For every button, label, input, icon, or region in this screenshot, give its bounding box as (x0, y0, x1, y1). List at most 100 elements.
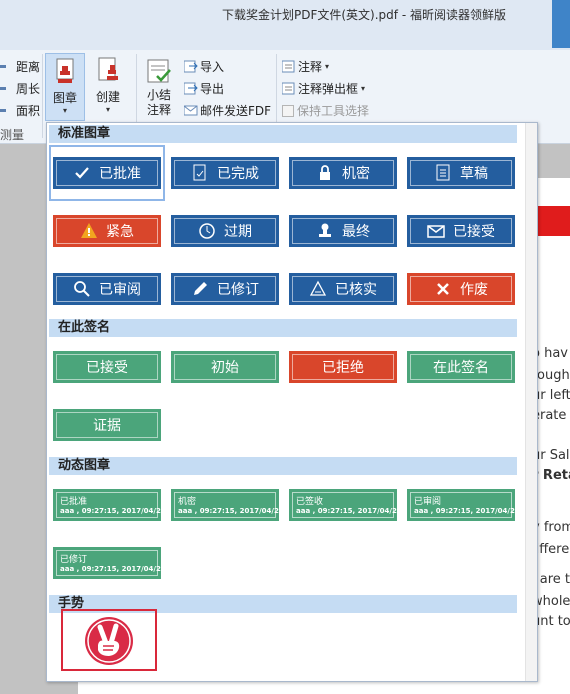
stamp-reviewed[interactable]: 已审阅 (53, 273, 161, 305)
stamp-void[interactable]: 作废 (407, 273, 515, 305)
stamp-expired[interactable]: 过期 (171, 215, 279, 247)
dynamic-stamp-approved[interactable]: 已批准 aaa , 09:27:15, 2017/04/27 (53, 489, 166, 521)
stamp-approved[interactable]: 已批准 (53, 157, 161, 189)
stamp-label: 已修订 (217, 282, 259, 298)
annotate-popup-dropdown[interactable]: 注释弹出框 ▾ (281, 80, 366, 97)
title-bar: 下载奖金计划PDF文件(英文).pdf - 福昕阅读器领鲜版 (0, 0, 570, 50)
magnifier-icon (73, 280, 91, 298)
measure-perimeter-label: 周长 (16, 82, 41, 96)
stamp-palette-dropdown: 标准图章 已批准 已完成 机密 草稿 紧急 过期 最终 已接受 已审阅 已修订 … (46, 122, 538, 682)
chevron-down-icon: ▾ (62, 106, 67, 115)
dynamic-stamp-meta: aaa , 09:27:15, 2017/04/27 (178, 507, 284, 515)
stamp-label: 过期 (224, 224, 252, 240)
draft-icon (434, 164, 452, 182)
distance-icon (0, 60, 13, 73)
stamp-final[interactable]: 最终 (289, 215, 397, 247)
victory-hand-icon (85, 617, 133, 665)
stamp-accepted[interactable]: 已接受 (407, 215, 515, 247)
dynamic-stamp-title: 已审阅 (414, 497, 442, 507)
annotate-popup-label: 注释弹出框 (298, 82, 359, 96)
sign-stamp-witness[interactable]: 证据 (53, 409, 161, 441)
export-label: 导出 (200, 82, 225, 96)
stamp-confidential[interactable]: 机密 (289, 157, 397, 189)
stamp-label: 作废 (460, 282, 488, 298)
stamp-urgent[interactable]: 紧急 (53, 215, 161, 247)
stamp-icon (316, 222, 334, 240)
stamp-label: 证据 (93, 418, 121, 434)
keep-tool-label: 保持工具选择 (297, 104, 370, 118)
warning-icon (80, 222, 98, 240)
measure-perimeter-button[interactable]: 周长 (0, 80, 40, 97)
sign-stamp-accepted[interactable]: 已接受 (53, 351, 161, 383)
measure-area-button[interactable]: 面积 (0, 102, 40, 119)
stamp-label: 已接受 (453, 224, 495, 240)
stamp-label: 在此签名 (433, 360, 489, 376)
summary-label-2: 注释 (146, 103, 171, 117)
stamp-label: 已审阅 (99, 282, 141, 298)
stamp-label: 已接受 (86, 360, 128, 376)
dynamic-stamp-meta: aaa , 09:27:15, 2017/04/27 (296, 507, 402, 515)
dynamic-stamp-title: 机密 (178, 497, 197, 507)
create-button[interactable]: 创建 ▾ (88, 53, 128, 121)
import-icon (183, 60, 198, 73)
stamp-button[interactable]: 图章 ▾ (45, 53, 85, 121)
chevron-down-icon: ▾ (361, 84, 366, 93)
section-header-dynamic: 动态图章 (49, 457, 517, 475)
stamp-icon (51, 57, 79, 87)
sign-stamp-sign-here[interactable]: 在此签名 (407, 351, 515, 383)
section-header-standard: 标准图章 (49, 125, 517, 143)
stamp-label: 已完成 (217, 166, 259, 182)
summary-label-1: 小结 (146, 88, 171, 102)
dynamic-stamp-meta: aaa , 09:27:15, 2017/04/27 (60, 507, 166, 515)
summary-icon (145, 56, 173, 86)
area-icon (0, 104, 13, 117)
export-button[interactable]: 导出 (183, 80, 225, 97)
sign-stamp-rejected[interactable]: 已拒绝 (289, 351, 397, 383)
summarize-annotations-button[interactable]: 小结 注释 (140, 53, 178, 127)
create-button-label: 创建 (95, 90, 120, 104)
dynamic-stamp-revised[interactable]: 已修订 aaa , 09:27:15, 2017/04/27 (53, 547, 166, 579)
annotate-dropdown[interactable]: 注释 ▾ (281, 58, 330, 75)
stamp-label: 初始 (211, 360, 239, 376)
app-window: 下载奖金计划PDF文件(英文).pdf - 福昕阅读器领鲜版 距离 周长 面积 … (0, 0, 570, 694)
keep-tool-selected-checkbox[interactable]: 保持工具选择 (282, 102, 369, 119)
check-icon (73, 164, 91, 182)
title-bar-accent (552, 0, 570, 48)
panel-scrollbar[interactable] (525, 123, 537, 681)
annotate-icon (281, 60, 295, 73)
document-check-icon (191, 164, 209, 182)
dynamic-stamp-meta: aaa , 09:27:15, 2017/04/27 (60, 565, 166, 573)
popup-icon (281, 82, 295, 95)
clock-icon (198, 222, 216, 240)
dynamic-stamp-reviewed[interactable]: 已审阅 aaa , 09:27:15, 2017/04/27 (407, 489, 520, 521)
stamp-label: 草稿 (460, 166, 488, 182)
chevron-down-icon: ▾ (105, 105, 110, 114)
dynamic-stamp-title: 已批准 (60, 497, 88, 507)
stamp-completed[interactable]: 已完成 (171, 157, 279, 189)
dynamic-stamp-confidential[interactable]: 机密 aaa , 09:27:15, 2017/04/27 (171, 489, 284, 521)
dynamic-stamp-meta: aaa , 09:27:15, 2017/04/27 (414, 507, 520, 515)
import-button[interactable]: 导入 (183, 58, 224, 75)
stamp-button-label: 图章 (52, 91, 77, 105)
measure-group-label: 测量 (0, 128, 25, 142)
stamp-label: 紧急 (106, 224, 134, 240)
sign-stamp-initial[interactable]: 初始 (171, 351, 279, 383)
document-red-header (538, 206, 570, 236)
stamp-verified[interactable]: 已核实 (289, 273, 397, 305)
measure-distance-button[interactable]: 距离 (0, 58, 40, 75)
annotate-label: 注释 (298, 60, 323, 74)
stamp-draft[interactable]: 草稿 (407, 157, 515, 189)
dynamic-stamp-title: 已修订 (60, 555, 88, 565)
lock-icon (316, 164, 334, 182)
x-icon (434, 280, 452, 298)
export-icon (183, 82, 198, 95)
email-fdf-button[interactable]: 邮件发送FDF (183, 102, 271, 119)
chevron-down-icon: ▾ (325, 62, 330, 71)
pencil-icon (191, 280, 209, 298)
stamp-revised[interactable]: 已修订 (171, 273, 279, 305)
dynamic-stamp-received[interactable]: 已签收 aaa , 09:27:15, 2017/04/27 (289, 489, 402, 521)
stamp-label: 已核实 (335, 282, 377, 298)
perimeter-icon (0, 82, 13, 95)
gesture-stamp-victory[interactable] (83, 615, 135, 667)
window-title: 下载奖金计划PDF文件(英文).pdf - 福昕阅读器领鲜版 (222, 8, 506, 22)
